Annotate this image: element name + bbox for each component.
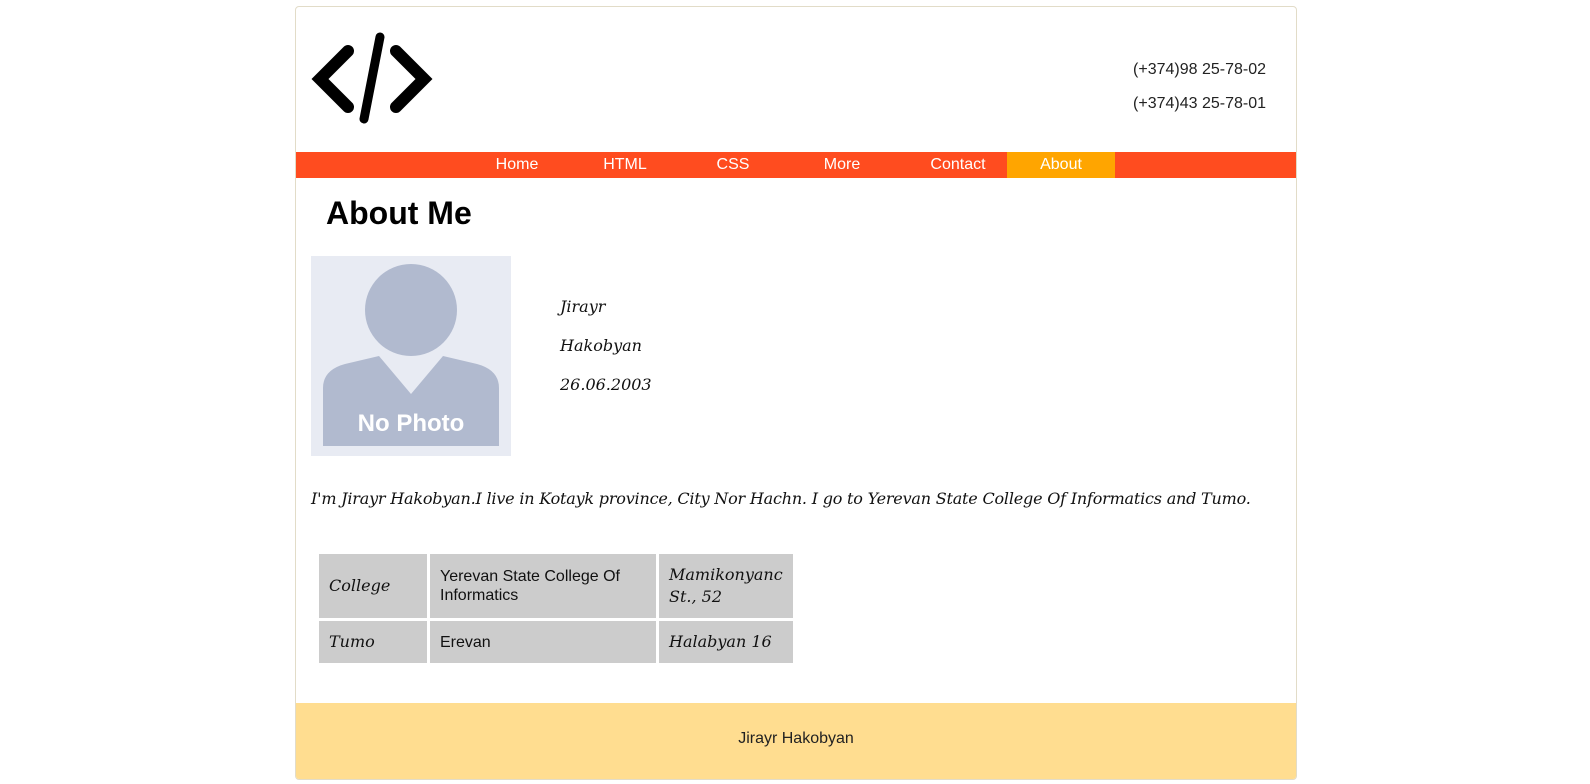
footer-text: Jirayr Hakobyan	[738, 730, 854, 747]
nav-item-contact[interactable]: Contact	[912, 152, 1004, 178]
last-name: Hakobyan	[560, 336, 642, 355]
header: (+374)98 25-78-02 (+374)43 25-78-01	[296, 7, 1296, 152]
first-name: Jirayr	[560, 297, 606, 316]
page-title: About Me	[326, 195, 472, 231]
places-table: College Yerevan State College Of Informa…	[316, 551, 796, 666]
bio-text: I'm Jirayr Hakobyan.I live in Kotayk pro…	[311, 489, 1251, 508]
nav-item-html[interactable]: HTML	[585, 152, 665, 178]
table-cell: Erevan	[430, 621, 656, 663]
table-cell: Mamikonyanc St., 52	[659, 554, 793, 618]
personal-info: Jirayr Hakobyan 26.06.2003	[560, 290, 652, 407]
no-photo-avatar-icon: No Photo	[323, 264, 499, 446]
code-brackets-icon	[311, 32, 433, 124]
profile-photo: No Photo	[311, 256, 511, 456]
footer: Jirayr Hakobyan	[296, 703, 1296, 779]
table-cell: Tumo	[319, 621, 427, 663]
nav-item-home[interactable]: Home	[477, 152, 557, 178]
page-container: (+374)98 25-78-02 (+374)43 25-78-01 Home…	[295, 6, 1297, 780]
phone-number-1: (+374)98 25-78-02	[1133, 61, 1266, 78]
table-row: College Yerevan State College Of Informa…	[319, 554, 793, 618]
table-cell: Halabyan 16	[659, 621, 793, 663]
phone-numbers: (+374)98 25-78-02 (+374)43 25-78-01	[1133, 53, 1266, 121]
table-cell: College	[319, 554, 427, 618]
nav-item-about[interactable]: About	[1007, 152, 1115, 178]
nav-item-more[interactable]: More	[802, 152, 882, 178]
nav-item-css[interactable]: CSS	[693, 152, 773, 178]
table-cell: Yerevan State College Of Informatics	[430, 554, 656, 618]
main-nav: Home HTML CSS More Contact About	[296, 152, 1296, 178]
birthdate: 26.06.2003	[560, 375, 652, 394]
phone-number-2: (+374)43 25-78-01	[1133, 95, 1266, 112]
no-photo-label: No Photo	[358, 410, 465, 437]
table-row: Tumo Erevan Halabyan 16	[319, 621, 793, 663]
